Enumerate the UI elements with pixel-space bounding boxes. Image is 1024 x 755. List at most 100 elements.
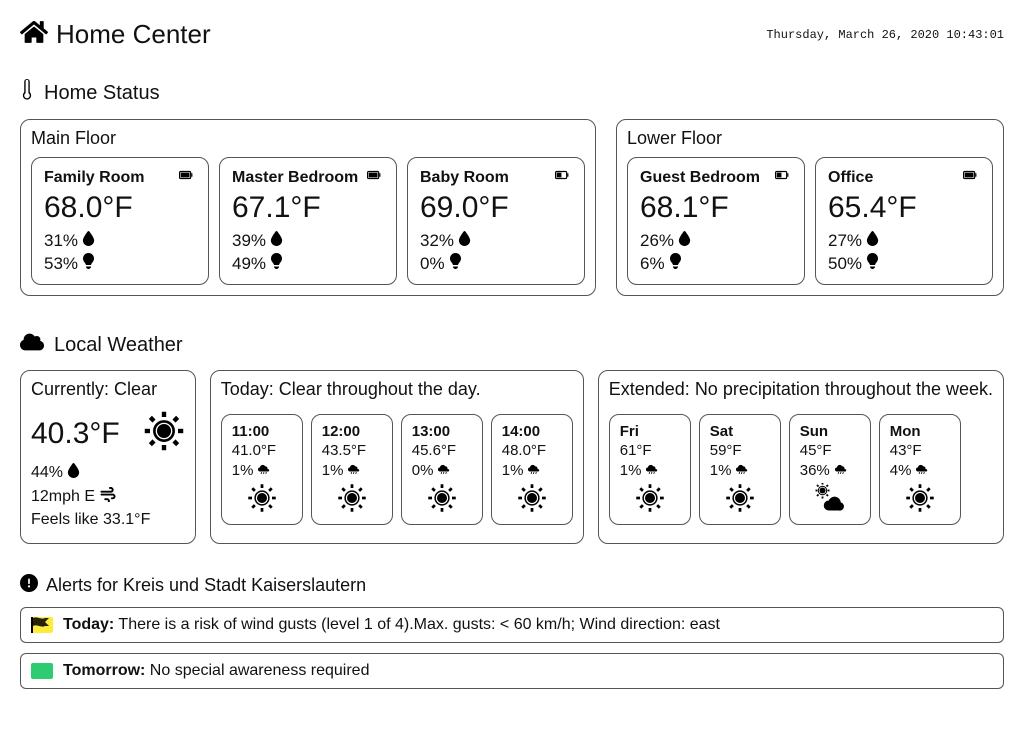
weather-row: Currently: Clear 40.3°F 44% 12mph E Feel… <box>20 370 1004 544</box>
room-light: 53% <box>44 253 196 274</box>
battery-icon <box>364 168 384 187</box>
room-humidity: 32% <box>420 231 572 251</box>
room-card: Baby Room 69.0°F 32% 0% <box>407 157 585 285</box>
room-humidity: 39% <box>232 231 384 251</box>
alerts-list: Today: There is a risk of wind gusts (le… <box>20 607 1004 689</box>
weather-extended-card: Extended: No precipitation throughout th… <box>598 370 1004 544</box>
room-name: Office <box>828 169 873 187</box>
battery-icon <box>772 168 792 187</box>
room-card: Master Bedroom 67.1°F 39% 49% <box>219 157 397 285</box>
current-feels: Feels like 33.1°F <box>31 511 150 529</box>
rain-cloud-icon <box>436 461 452 479</box>
exclamation-icon <box>20 574 38 597</box>
forecast-card: Mon 43°F 4% <box>879 414 961 525</box>
forecast-temp: 48.0°F <box>502 442 562 459</box>
rain-cloud-icon <box>526 461 542 479</box>
alerts-title: Alerts for Kreis und Stadt Kaiserslauter… <box>46 575 366 596</box>
floor-title: Main Floor <box>31 128 585 149</box>
rooms-row: Family Room 68.0°F 31% 53% Master Bedroo… <box>31 157 585 285</box>
room-card: Office 65.4°F 27% 50% <box>815 157 993 285</box>
header-datetime: Thursday, March 26, 2020 10:43:01 <box>766 28 1004 42</box>
rooms-row: Guest Bedroom 68.1°F 26% 6% Office 65.4°… <box>627 157 993 285</box>
app-title: Home Center <box>56 19 211 50</box>
forecast-precip: 1% <box>620 461 680 479</box>
today-desc: Clear throughout the day. <box>279 379 481 399</box>
droplet-icon <box>270 231 283 251</box>
app-header: Home Center Thursday, March 26, 2020 10:… <box>20 18 1004 51</box>
alert-flag-icon <box>31 617 53 633</box>
forecast-weather-icon <box>412 483 472 518</box>
forecast-card: 11:00 41.0°F 1% <box>221 414 303 525</box>
forecast-precip: 1% <box>502 461 562 479</box>
extended-forecast-row: Fri 61°F 1% Sat 59°F 1% Sun 45°F 36% Mon… <box>609 414 993 525</box>
floor-card: Lower Floor Guest Bedroom 68.1°F 26% 6% … <box>616 119 1004 296</box>
room-name: Guest Bedroom <box>640 169 760 187</box>
extended-label: Extended: <box>609 379 690 399</box>
forecast-precip: 4% <box>890 461 950 479</box>
forecast-temp: 43.5°F <box>322 442 382 459</box>
forecast-temp: 61°F <box>620 442 680 459</box>
alert-item: Tomorrow: No special awareness required <box>20 653 1004 689</box>
floor-title: Lower Floor <box>627 128 993 149</box>
bulb-icon <box>270 253 283 274</box>
extended-desc: No precipitation throughout the week. <box>695 379 993 399</box>
forecast-weather-icon <box>710 483 770 518</box>
room-light: 0% <box>420 253 572 274</box>
forecast-precip: 0% <box>412 461 472 479</box>
forecast-card: 12:00 43.5°F 1% <box>311 414 393 525</box>
room-temp: 67.1°F <box>232 191 384 225</box>
forecast-temp: 43°F <box>890 442 950 459</box>
room-temp: 68.1°F <box>640 191 792 225</box>
room-card: Guest Bedroom 68.1°F 26% 6% <box>627 157 805 285</box>
thermometer-icon <box>20 79 34 107</box>
room-light: 6% <box>640 253 792 274</box>
current-humidity-line: 44% <box>31 463 185 483</box>
current-wind-line: 12mph E <box>31 487 185 507</box>
battery-icon <box>960 168 980 187</box>
local-weather-header: Local Weather <box>20 332 1004 358</box>
room-temp: 69.0°F <box>420 191 572 225</box>
bulb-icon <box>82 253 95 274</box>
forecast-precip: 36% <box>800 461 860 479</box>
forecast-temp: 45°F <box>800 442 860 459</box>
alerts-header: Alerts for Kreis und Stadt Kaiserslauter… <box>20 574 1004 597</box>
home-icon <box>20 18 48 51</box>
droplet-icon <box>678 231 691 251</box>
droplet-icon <box>67 463 80 483</box>
forecast-precip: 1% <box>710 461 770 479</box>
rain-cloud-icon <box>833 461 849 479</box>
forecast-day: Sun <box>800 423 860 440</box>
forecast-day: Fri <box>620 423 680 440</box>
weather-extended-title: Extended: No precipitation throughout th… <box>609 379 993 400</box>
header-left: Home Center <box>20 18 211 51</box>
room-temp: 65.4°F <box>828 191 980 225</box>
rain-cloud-icon <box>346 461 362 479</box>
bulb-icon <box>449 253 462 274</box>
forecast-weather-icon <box>890 483 950 518</box>
wind-icon <box>99 487 117 507</box>
room-humidity: 27% <box>828 231 980 251</box>
alert-item: Today: There is a risk of wind gusts (le… <box>20 607 1004 643</box>
room-name: Master Bedroom <box>232 169 358 187</box>
forecast-weather-icon <box>800 483 860 518</box>
forecast-card: 14:00 48.0°F 1% <box>491 414 573 525</box>
forecast-precip: 1% <box>232 461 292 479</box>
battery-icon <box>552 168 572 187</box>
room-humidity: 31% <box>44 231 196 251</box>
room-light: 50% <box>828 253 980 274</box>
alert-text: Tomorrow: No special awareness required <box>63 662 369 680</box>
forecast-card: 13:00 45.6°F 0% <box>401 414 483 525</box>
droplet-icon <box>458 231 471 251</box>
forecast-card: Sun 45°F 36% <box>789 414 871 525</box>
forecast-card: Sat 59°F 1% <box>699 414 781 525</box>
forecast-weather-icon <box>322 483 382 518</box>
room-name: Family Room <box>44 169 144 187</box>
forecast-weather-icon <box>502 483 562 518</box>
sun-icon <box>143 410 185 457</box>
forecast-temp: 59°F <box>710 442 770 459</box>
today-label: Today: <box>221 379 274 399</box>
forecast-temp: 41.0°F <box>232 442 292 459</box>
forecast-weather-icon <box>232 483 292 518</box>
alert-flag-icon <box>31 663 53 679</box>
forecast-day: Sat <box>710 423 770 440</box>
